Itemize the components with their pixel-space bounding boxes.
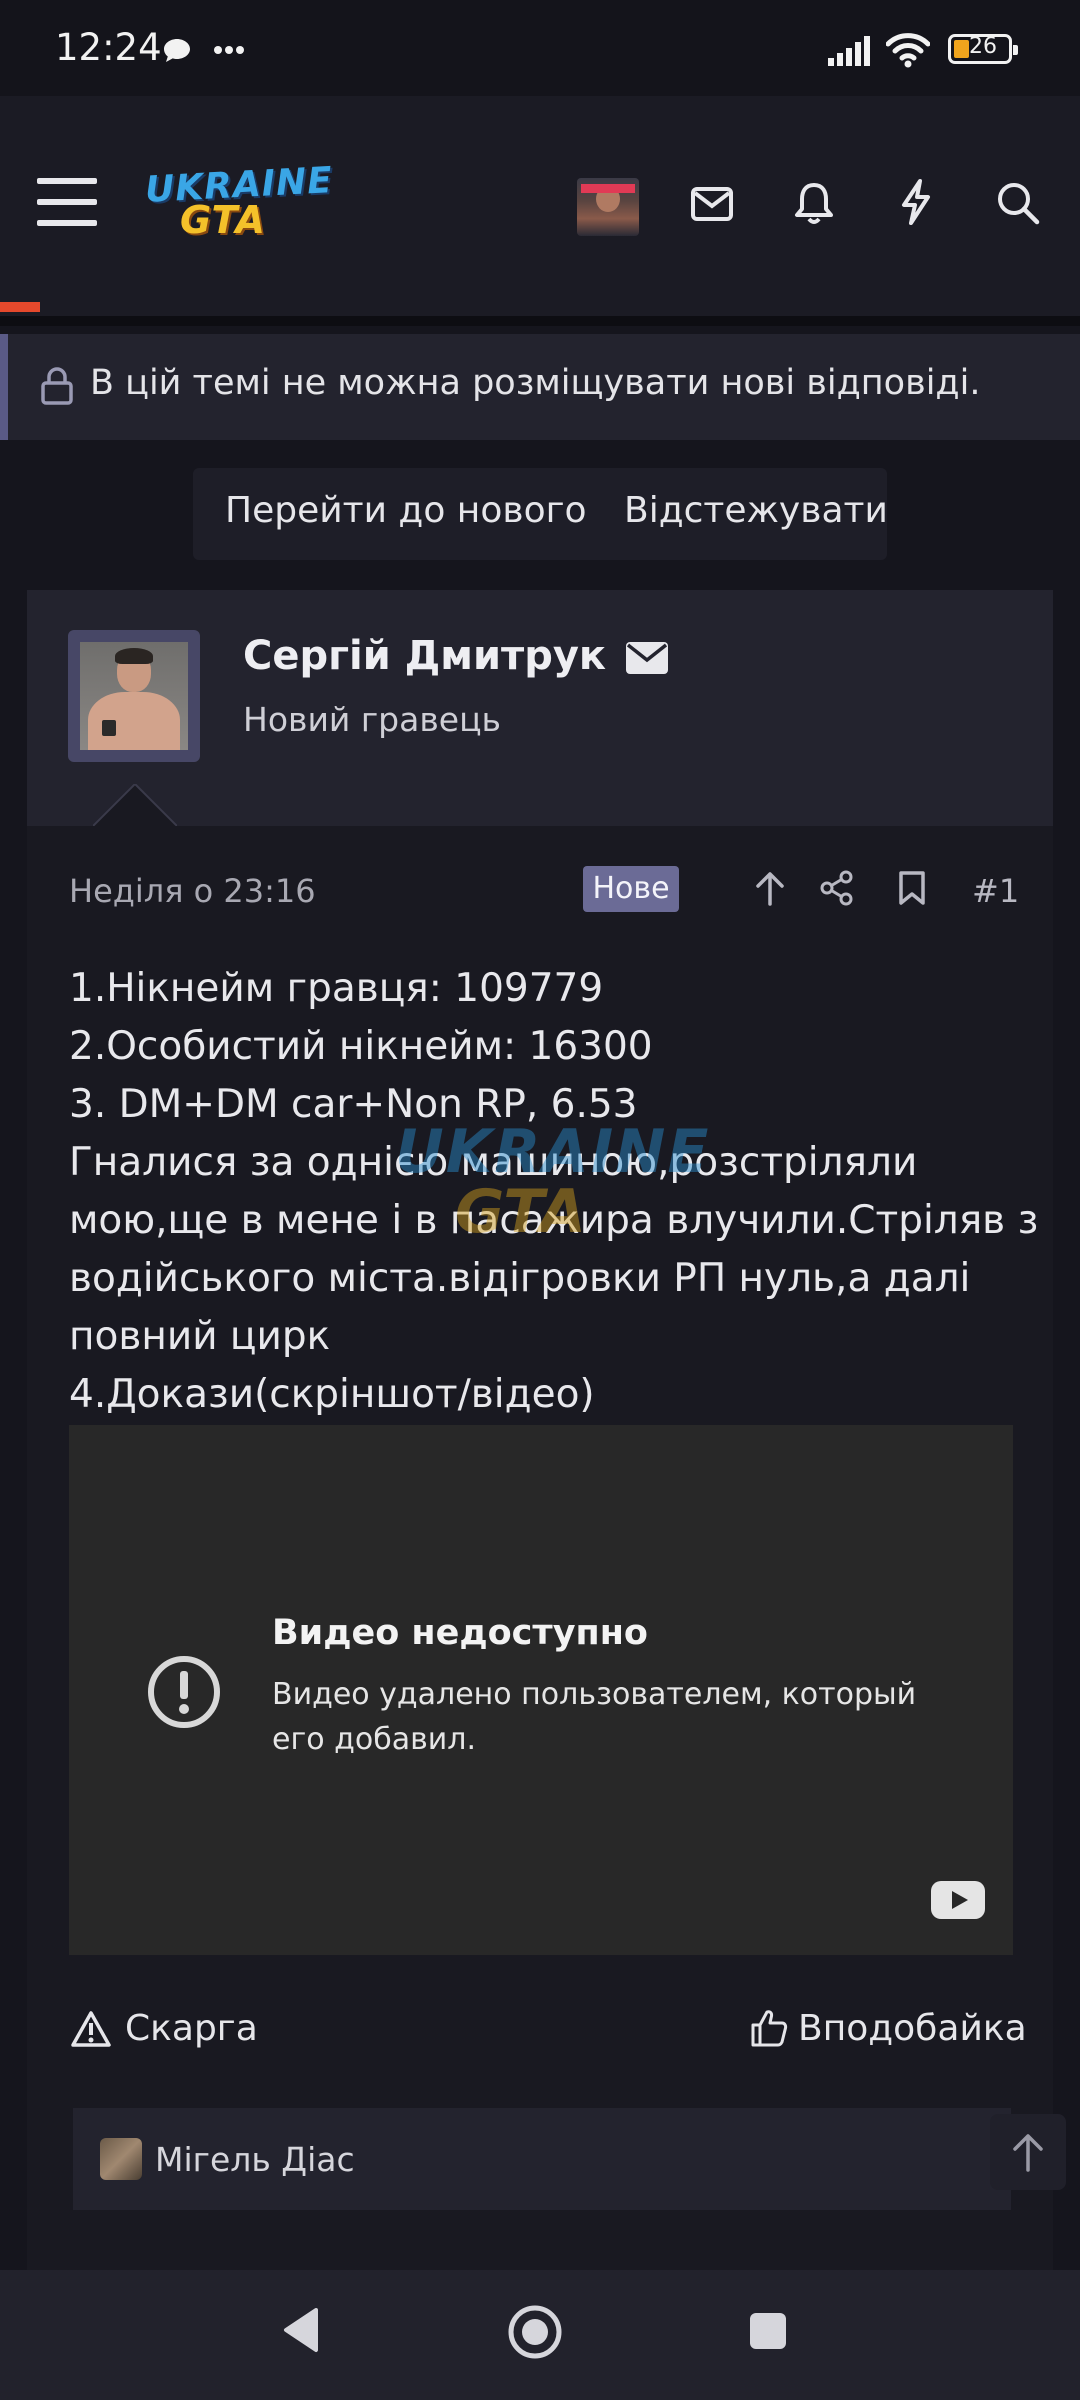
liker-name[interactable]: Мігель Діас — [155, 2140, 355, 2179]
signal-icon — [828, 36, 874, 66]
author-avatar[interactable] — [80, 642, 188, 750]
post-line: 4.Докази(скріншот/відео) — [69, 1372, 595, 1417]
scroll-to-top-button[interactable] — [990, 2114, 1066, 2190]
author-name[interactable]: Сергій Дмитрук — [243, 633, 669, 679]
notice-text: В цій темі не можна розміщувати нові від… — [90, 363, 981, 403]
post-line: повний цирк — [69, 1314, 331, 1359]
post-line: водійського міста.відігровки РП нуль,а д… — [69, 1256, 971, 1301]
avatar[interactable] — [577, 178, 639, 236]
post-line: мою,ще в мене і в пасажира влучили.Стріл… — [69, 1198, 1039, 1243]
author-title: Новий гравець — [243, 700, 502, 739]
recents-icon[interactable] — [748, 2311, 788, 2351]
battery-icon: 26 — [948, 34, 1018, 64]
wifi-icon — [886, 32, 930, 68]
thumbs-up-icon[interactable] — [750, 2008, 788, 2048]
envelope-icon[interactable] — [626, 642, 669, 674]
warning-triangle-icon[interactable] — [70, 2010, 112, 2048]
search-icon[interactable] — [995, 180, 1041, 226]
arrow-up-icon[interactable] — [754, 870, 786, 906]
youtube-icon[interactable] — [931, 1881, 985, 1919]
status-time: 12:24 — [55, 26, 162, 69]
back-icon[interactable] — [280, 2306, 320, 2354]
site-logo-gta[interactable]: GTA — [180, 198, 266, 242]
lock-icon — [40, 366, 74, 406]
video-unavailable-title: Видео недоступно — [272, 1613, 648, 1653]
report-button[interactable]: Скарга — [125, 2008, 258, 2049]
chat-bubble-icon — [161, 36, 193, 66]
header-divider — [0, 316, 1080, 326]
bookmark-icon[interactable] — [897, 870, 927, 906]
header-accent — [0, 302, 40, 312]
go-to-new-button[interactable]: Перейти до нового — [225, 490, 587, 531]
post-body: 1.Нікнейм гравця: 109779 2.Особистий нік… — [69, 960, 1039, 1424]
battery-level: 26 — [969, 34, 997, 59]
bolt-icon[interactable] — [898, 178, 934, 226]
post-line: Гналися за однією машиною,розстріляли — [69, 1140, 918, 1185]
share-icon[interactable] — [820, 870, 854, 906]
bell-icon[interactable] — [794, 180, 834, 226]
mail-icon[interactable] — [690, 186, 734, 222]
post-number[interactable]: #1 — [972, 872, 1019, 910]
watch-button[interactable]: Відстежувати — [624, 490, 888, 531]
arrow-up-icon — [1013, 2134, 1043, 2172]
liker-avatar[interactable] — [100, 2138, 142, 2180]
video-unavailable-message: Видео удалено пользователем, который его… — [272, 1677, 917, 1757]
post-line: 3. DM+DM car+Non RP, 6.53 — [69, 1082, 638, 1127]
new-badge: Нове — [583, 866, 679, 912]
author-caret-outline — [93, 784, 177, 826]
post-line: 2.Особистий нікнейм: 16300 — [69, 1024, 653, 1069]
post-line: 1.Нікнейм гравця: 109779 — [69, 966, 604, 1011]
warning-circle-icon — [146, 1654, 222, 1730]
post-date[interactable]: Неділя о 23:16 — [69, 872, 316, 910]
author-name-text[interactable]: Сергій Дмитрук — [243, 633, 606, 679]
more-dots-icon — [214, 45, 244, 55]
menu-icon[interactable] — [37, 176, 97, 228]
like-button[interactable]: Вподобайка — [798, 2008, 1027, 2049]
home-icon[interactable] — [507, 2304, 563, 2360]
